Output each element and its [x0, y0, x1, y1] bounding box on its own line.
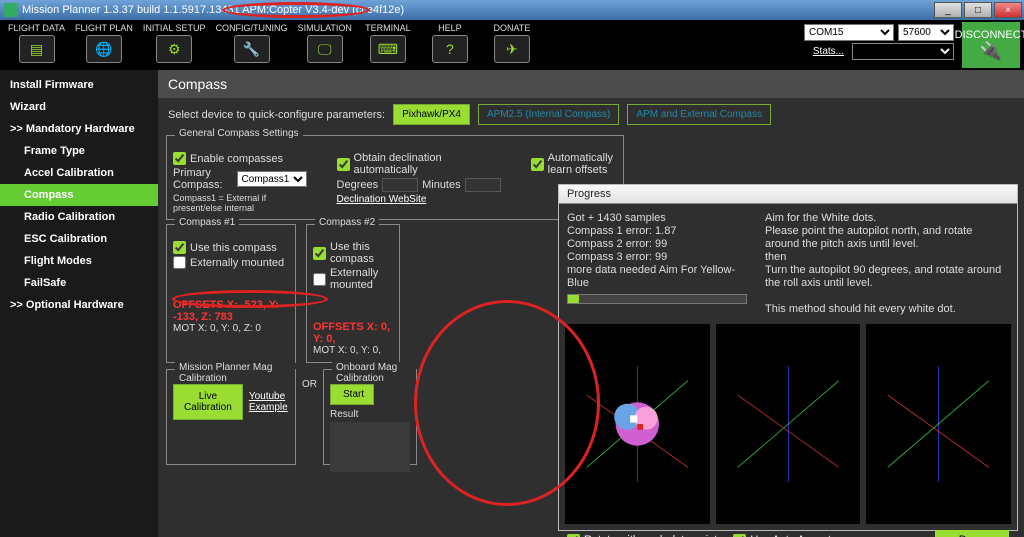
- c1-legend: Compass #1: [175, 217, 239, 228]
- auto-learn-check[interactable]: [531, 158, 544, 171]
- c2-use-check[interactable]: [313, 247, 326, 260]
- stats-link[interactable]: Stats...: [813, 46, 844, 57]
- compass1-fieldset: Compass #1 Use this compass Externally m…: [166, 224, 296, 363]
- progress-window: Progress Got + 1430 samples Compass 1 er…: [558, 184, 1018, 531]
- rotate-check[interactable]: [567, 534, 580, 537]
- c2-legend: Compass #2: [315, 217, 379, 228]
- tab-config[interactable]: CONFIG/TUNING🔧: [214, 22, 290, 63]
- wrench-icon: 🔧: [234, 35, 270, 63]
- terminal-icon: ⌨: [370, 35, 406, 63]
- btn-apm25[interactable]: APM2.5 (Internal Compass): [478, 104, 619, 125]
- content-pane: Compass Select device to quick-configure…: [158, 70, 1024, 537]
- app-icon: [4, 3, 18, 17]
- window-title: Mission Planner 1.3.37 build 1.1.5917.13…: [22, 4, 404, 16]
- sidebar-item-mandatory[interactable]: >> Mandatory Hardware: [0, 118, 158, 140]
- start-button[interactable]: Start: [330, 384, 374, 405]
- plug-icon: 🔌: [980, 41, 1002, 62]
- obmag-legend: Onboard Mag Calibration: [332, 362, 416, 384]
- progress-title: Progress: [559, 185, 1017, 204]
- general-settings: General Compass Settings Enable compasse…: [166, 135, 624, 220]
- btn-apm-ext[interactable]: APM and External Compass: [627, 104, 771, 125]
- tab-terminal[interactable]: TERMINAL⌨: [360, 22, 416, 63]
- window-titlebar: Mission Planner 1.3.37 build 1.1.5917.13…: [0, 0, 1024, 20]
- sidebar-item-install[interactable]: Install Firmware: [0, 74, 158, 96]
- progress-right-text: Aim for the White dots. Please point the…: [765, 212, 1009, 316]
- help-icon: ?: [432, 35, 468, 63]
- tab-donate[interactable]: DONATE✈: [484, 22, 540, 63]
- tab-simulation[interactable]: SIMULATION🖵: [296, 22, 354, 63]
- globe-icon: 🌐: [86, 35, 122, 63]
- viz-sphere-1: [565, 324, 710, 524]
- minutes-input[interactable]: [465, 178, 501, 192]
- c2-ext-check[interactable]: [313, 273, 326, 286]
- document-icon: ▤: [19, 35, 55, 63]
- done-button[interactable]: Done: [935, 530, 1009, 537]
- c1-use-check[interactable]: [173, 241, 186, 254]
- viz-sphere-2: [716, 324, 861, 524]
- plane-icon: ✈: [494, 35, 530, 63]
- general-legend: General Compass Settings: [175, 128, 303, 139]
- sidebar-item-wizard[interactable]: Wizard: [0, 96, 158, 118]
- primary-label: Primary Compass:: [173, 167, 233, 191]
- c1-ext-check[interactable]: [173, 256, 186, 269]
- result-box: [330, 422, 410, 472]
- primary-note: Compass1 = External if present/else inte…: [173, 193, 307, 213]
- qc-label: Select device to quick-configure paramet…: [168, 109, 385, 121]
- obtain-decl-check[interactable]: [337, 158, 350, 171]
- sidebar-item-esc[interactable]: ESC Calibration: [0, 228, 158, 250]
- primary-compass-select[interactable]: Compass1: [237, 171, 307, 187]
- decl-website-link[interactable]: Declination WebSite: [337, 194, 501, 205]
- minimize-button[interactable]: _: [934, 2, 962, 18]
- tab-flight-plan[interactable]: FLIGHT PLAN🌐: [73, 22, 135, 63]
- c2-offsets: OFFSETS X: 0, Y: 0,: [313, 321, 393, 345]
- degrees-input[interactable]: [382, 178, 418, 192]
- gears-icon: ⚙: [156, 35, 192, 63]
- baud-select[interactable]: 57600: [898, 24, 954, 41]
- sidebar: Install Firmware Wizard >> Mandatory Har…: [0, 70, 158, 537]
- youtube-link[interactable]: Youtube Example: [249, 391, 289, 413]
- result-label: Result: [330, 409, 410, 420]
- c1-mot: MOT X: 0, Y: 0, Z: 0: [173, 323, 289, 334]
- btn-pixhawk[interactable]: Pixhawk/PX4: [393, 104, 470, 125]
- tab-help[interactable]: HELP?: [422, 22, 478, 63]
- progress-left-text: Got + 1430 samples Compass 1 error: 1.87…: [567, 212, 757, 316]
- auto-accept-check[interactable]: [733, 534, 746, 537]
- disconnect-label: DISCONNECT: [955, 29, 1024, 41]
- com-port-select[interactable]: COM15: [804, 24, 894, 41]
- viz-sphere-3: [866, 324, 1011, 524]
- or-label: OR: [302, 369, 317, 465]
- page-title: Compass: [158, 70, 1024, 98]
- main-toolbar: FLIGHT DATA▤ FLIGHT PLAN🌐 INITIAL SETUP⚙…: [0, 20, 1024, 70]
- sidebar-item-optional[interactable]: >> Optional Hardware: [0, 294, 158, 316]
- stats-select[interactable]: [852, 43, 954, 60]
- c1-offsets: OFFSETS X: -523, Y: -133, Z: 783: [173, 299, 289, 323]
- tab-initial-setup[interactable]: INITIAL SETUP⚙: [141, 22, 208, 63]
- tab-flight-data[interactable]: FLIGHT DATA▤: [6, 22, 67, 63]
- c2-mot: MOT X: 0, Y: 0,: [313, 345, 393, 356]
- compass2-fieldset: Compass #2 Use this compass Externally m…: [306, 224, 400, 363]
- enable-compasses-check[interactable]: [173, 152, 186, 165]
- sidebar-item-radio[interactable]: Radio Calibration: [0, 206, 158, 228]
- disconnect-button[interactable]: DISCONNECT 🔌: [962, 22, 1020, 68]
- progress-bar: [567, 294, 747, 304]
- live-calibration-button[interactable]: Live Calibration: [173, 384, 243, 420]
- sidebar-item-frame[interactable]: Frame Type: [0, 140, 158, 162]
- sidebar-item-compass[interactable]: Compass: [0, 184, 158, 206]
- sidebar-item-flight-modes[interactable]: Flight Modes: [0, 250, 158, 272]
- mpmag-fieldset: Mission Planner Mag Calibration Live Cal…: [166, 369, 296, 465]
- maximize-button[interactable]: □: [964, 2, 992, 18]
- obmag-fieldset: Onboard Mag Calibration Start Result: [323, 369, 417, 465]
- close-button[interactable]: ×: [994, 2, 1022, 18]
- mpmag-legend: Mission Planner Mag Calibration: [175, 362, 295, 384]
- sidebar-item-accel[interactable]: Accel Calibration: [0, 162, 158, 184]
- sidebar-item-failsafe[interactable]: FailSafe: [0, 272, 158, 294]
- monitor-icon: 🖵: [307, 35, 343, 63]
